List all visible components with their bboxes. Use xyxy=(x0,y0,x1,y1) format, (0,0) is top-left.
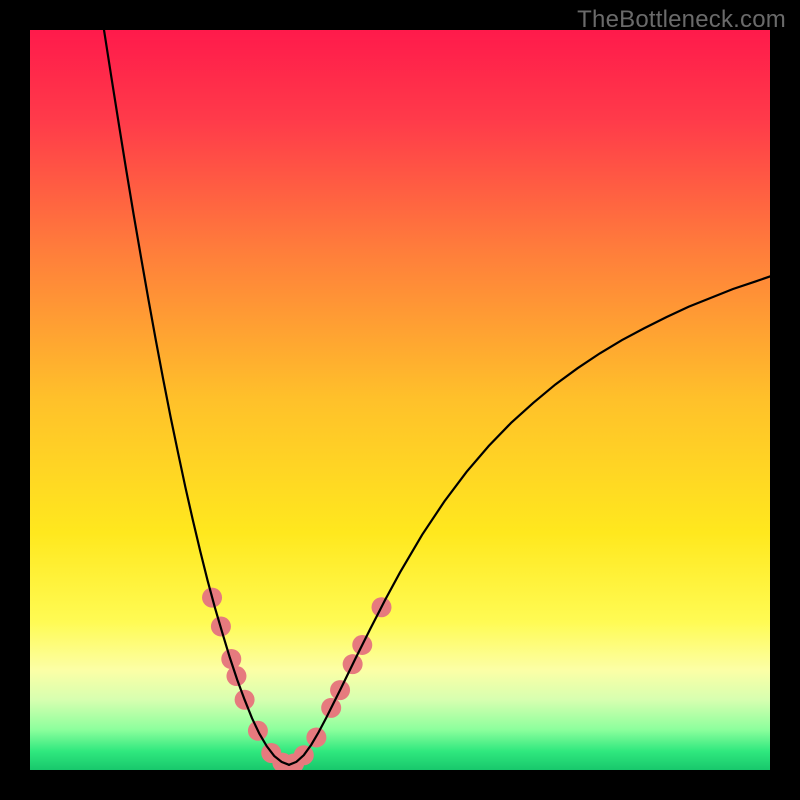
curve-layer xyxy=(30,30,770,770)
chart-frame: TheBottleneck.com xyxy=(0,0,800,800)
data-markers xyxy=(202,588,391,770)
right-curve xyxy=(289,276,770,764)
plot-area xyxy=(30,30,770,770)
left-curve xyxy=(104,30,289,765)
